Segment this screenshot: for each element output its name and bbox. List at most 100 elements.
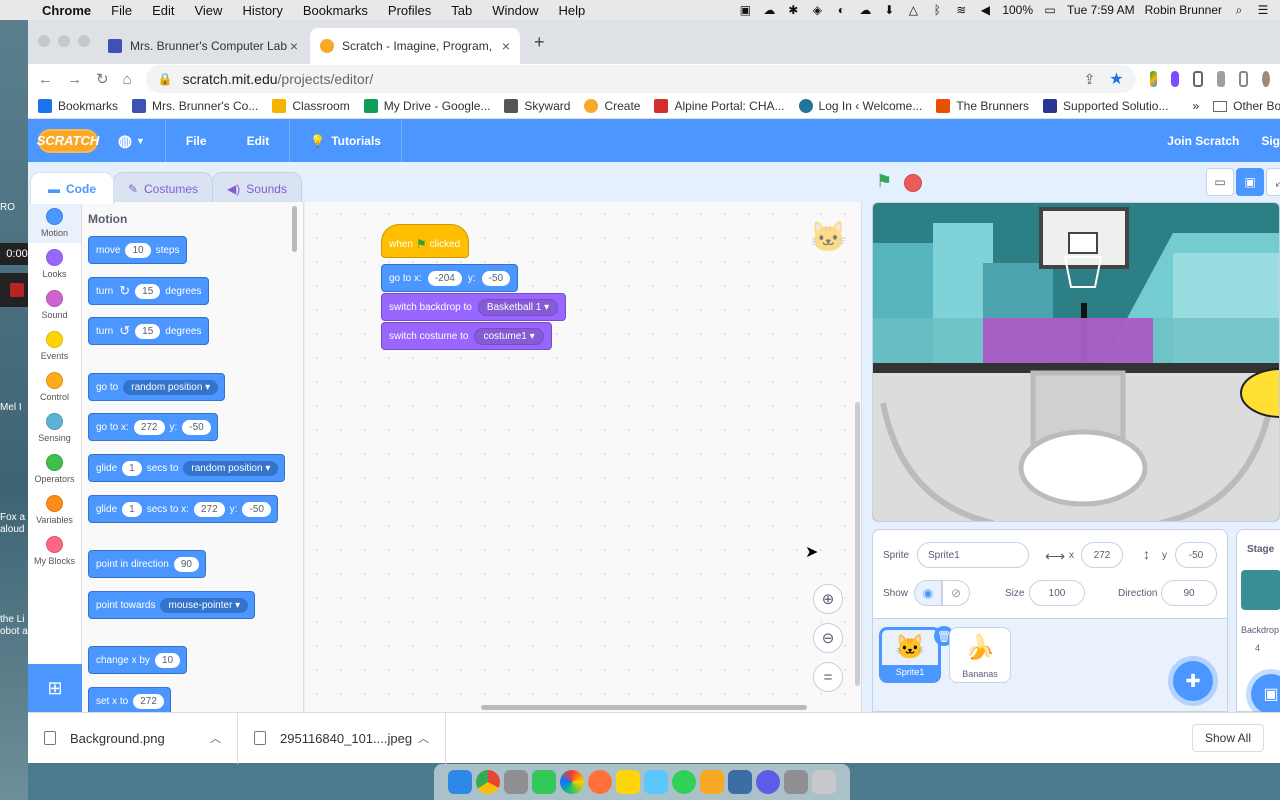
code-area[interactable]: when ⚑ clicked go to x: -204 y: -50 switch ba…	[305, 202, 862, 712]
block-dropdown[interactable]: Basketball 1 ▾	[477, 298, 559, 316]
zoom-reset-button[interactable]: =	[813, 662, 843, 692]
bookmarks-overflow-button[interactable]: »	[1192, 99, 1199, 113]
preview-icon[interactable]	[644, 770, 668, 794]
bookmark-item[interactable]: Log In ‹ Welcome...	[798, 99, 922, 113]
reading-list-icon[interactable]	[1238, 71, 1249, 87]
bookmark-item[interactable]: Create	[584, 99, 640, 113]
window-close-button[interactable]	[38, 35, 50, 47]
drive-extension-icon[interactable]	[1149, 71, 1158, 87]
menu-clock[interactable]: Tue 7:59 AM	[1067, 3, 1135, 17]
wifi-icon[interactable]: ≋	[954, 4, 968, 16]
block-number-input[interactable]: 10	[154, 652, 181, 668]
menu-tab[interactable]: Tab	[441, 3, 482, 18]
browser-tab[interactable]: Mrs. Brunner's Computer Lab ×	[98, 28, 308, 64]
y-position-input[interactable]: -50	[1175, 542, 1217, 568]
drive-icon[interactable]: △	[906, 4, 920, 16]
script-when-flag-clicked[interactable]: when ⚑ clicked	[381, 224, 469, 258]
tutorials-button[interactable]: 💡 Tutorials	[290, 119, 402, 162]
scratch-app-icon[interactable]	[700, 770, 724, 794]
script-switch-backdrop[interactable]: switch backdrop to Basketball 1 ▾	[381, 293, 567, 321]
chevron-up-icon[interactable]: ︿	[418, 730, 429, 746]
add-extension-button[interactable]: ⊞	[28, 664, 82, 712]
block-glide-to-target[interactable]: glide 1 secs to random position ▾	[88, 454, 286, 482]
direction-input[interactable]: 90	[1161, 580, 1217, 606]
choose-backdrop-button[interactable]: ▣	[1251, 674, 1280, 712]
normal-stage-button[interactable]: ▣	[1236, 168, 1264, 196]
sprite-thumbnail[interactable]: 🍌 Bananas	[949, 627, 1011, 683]
block-number-input[interactable]: 272	[133, 419, 165, 435]
bluetooth-icon[interactable]: ᛒ	[930, 4, 944, 16]
category-operators[interactable]: Operators	[28, 448, 81, 489]
category-motion[interactable]: Motion	[28, 202, 81, 243]
block-number-input[interactable]: -50	[481, 270, 511, 286]
block-point-in-direction[interactable]: point in direction 90	[88, 550, 206, 578]
category-looks[interactable]: Looks	[28, 243, 81, 284]
menu-file[interactable]: File	[101, 3, 142, 18]
launchpad-icon[interactable]	[504, 770, 528, 794]
finder-icon[interactable]	[448, 770, 472, 794]
puzzle-extensions-icon[interactable]	[1216, 71, 1225, 87]
facetime-icon[interactable]	[532, 770, 556, 794]
grid-extension-icon[interactable]	[1193, 71, 1203, 87]
back-arrow-icon[interactable]: ←	[38, 71, 53, 88]
bookmark-star-icon[interactable]: ★	[1109, 69, 1123, 89]
block-number-input[interactable]: 272	[193, 501, 225, 517]
halfmoon-icon[interactable]: ◐	[834, 4, 848, 16]
battery-icon[interactable]: ▭	[1043, 4, 1057, 16]
menu-history[interactable]: History	[232, 3, 292, 18]
cloud-icon[interactable]: ☁	[858, 4, 872, 16]
zoom-out-button[interactable]: ⊖	[813, 623, 843, 653]
show-sprite-button[interactable]: ◉	[914, 580, 942, 606]
block-dropdown[interactable]: mouse-pointer ▾	[160, 597, 249, 613]
reload-icon[interactable]: ↻	[96, 70, 109, 88]
spotlight-search-icon[interactable]: ⌕	[1232, 4, 1246, 16]
app-icon[interactable]	[728, 770, 752, 794]
forward-arrow-icon[interactable]: →	[67, 71, 82, 88]
extension-icon[interactable]	[1171, 71, 1180, 87]
block-number-input[interactable]: -50	[242, 501, 271, 517]
x-position-input[interactable]: 272	[1081, 542, 1123, 568]
download-item[interactable]: 295116840_101....jpeg ︿	[238, 712, 446, 764]
block-number-input[interactable]: -204	[427, 270, 462, 286]
bookmark-item[interactable]: The Brunners	[936, 99, 1029, 113]
scratch-logo[interactable]: SCRATCH	[37, 128, 99, 153]
small-stage-button[interactable]: ▭	[1206, 168, 1234, 196]
category-control[interactable]: Control	[28, 366, 81, 407]
notes-icon[interactable]	[616, 770, 640, 794]
download-item[interactable]: Background.png ︿	[28, 712, 238, 764]
menu-profiles[interactable]: Profiles	[378, 3, 441, 18]
bookmark-item[interactable]: My Drive - Google...	[363, 99, 490, 113]
block-number-input[interactable]: 1	[122, 501, 142, 517]
block-number-input[interactable]: 272	[133, 693, 164, 709]
menu-bookmarks[interactable]: Bookmarks	[293, 3, 378, 18]
block-go-to-target[interactable]: go to random position ▾	[88, 373, 226, 401]
other-bookmarks-folder[interactable]: Other Bookma	[1213, 99, 1280, 113]
zoom-in-button[interactable]: ⊕	[813, 584, 843, 614]
notification-center-icon[interactable]: ☰	[1256, 4, 1270, 16]
script-go-to-xy[interactable]: go to x: -204 y: -50	[381, 264, 519, 292]
gear-icon[interactable]: ✱	[786, 4, 800, 16]
tab-close-icon[interactable]: ×	[290, 38, 298, 54]
stage-target-panel[interactable]: Stage Backdrop 4 ▣	[1236, 529, 1280, 712]
green-flag-icon[interactable]: ⚑	[876, 171, 892, 192]
category-variables[interactable]: Variables	[28, 489, 81, 530]
block-number-input[interactable]: 15	[135, 283, 161, 299]
settings-icon[interactable]	[756, 770, 780, 794]
code-vertical-scrollbar[interactable]	[855, 402, 860, 686]
menu-view[interactable]: View	[184, 3, 232, 18]
url-bar[interactable]: 🔒 scratch.mit.edu/projects/editor/ ⇪ ★	[145, 65, 1136, 93]
volume-icon[interactable]: ◀	[978, 4, 992, 16]
block-dropdown[interactable]: costume1 ▾	[474, 327, 544, 345]
share-icon[interactable]: ⇪	[1084, 71, 1096, 88]
tab-costumes[interactable]: ✎ Costumes	[113, 172, 213, 204]
menu-edit[interactable]: Edit	[142, 3, 184, 18]
block-move-steps[interactable]: move 10 steps	[88, 236, 188, 264]
fullscreen-button[interactable]: ⤢	[1266, 168, 1280, 196]
lock-icon[interactable]: 🔒	[158, 72, 173, 86]
stage-thumbnail[interactable]	[1241, 570, 1280, 610]
code-horizontal-scrollbar[interactable]	[481, 705, 807, 710]
block-number-input[interactable]: 10	[125, 242, 151, 258]
block-turn-left[interactable]: turn ↺ 15 degrees	[88, 317, 210, 345]
downloads-stack-icon[interactable]	[784, 770, 808, 794]
category-sensing[interactable]: Sensing	[28, 407, 81, 448]
